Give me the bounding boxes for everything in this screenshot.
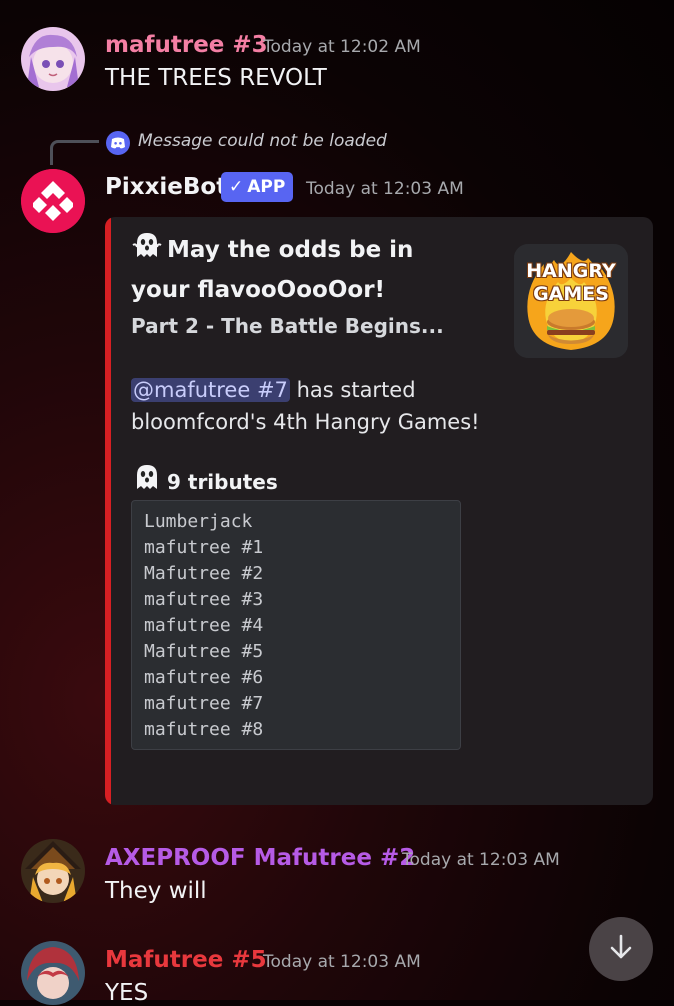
- description-line-1: has started: [296, 378, 416, 402]
- description-line-2: bloomfcord's 4th Hangry Games!: [131, 410, 480, 434]
- embed-description: @mafutree #7 has started bloomfcord's 4t…: [131, 374, 531, 438]
- timestamp: Today at 12:02 AM: [263, 37, 421, 57]
- app-badge-label: APP: [247, 177, 286, 197]
- ghost-icon: [131, 461, 163, 498]
- avatar-axeproof-mafutree-2[interactable]: [21, 839, 85, 903]
- avatar-pixxiebot[interactable]: [21, 169, 85, 233]
- username[interactable]: mafutree #3: [105, 32, 268, 58]
- embed-field-name: 9 tributes: [131, 461, 278, 498]
- ghost-icon: [131, 229, 163, 272]
- discord-logo-icon: [106, 131, 130, 155]
- embed-title-text: May the odds be in your flavooOooOor!: [131, 237, 414, 303]
- thumbnail-text-2: GAMES: [533, 283, 609, 305]
- field-name-text: 9 tributes: [167, 470, 278, 494]
- scroll-to-bottom-button[interactable]: [589, 917, 653, 981]
- avatar-mafutree-3[interactable]: [21, 27, 85, 91]
- tribute-line: mafutree #7: [144, 693, 264, 714]
- tribute-line: Lumberjack: [144, 511, 253, 532]
- tribute-line: Mafutree #5: [144, 641, 264, 662]
- tribute-line: Mafutree #2: [144, 563, 264, 584]
- message-text: THE TREES REVOLT: [105, 65, 327, 91]
- reply-preview[interactable]: Message could not be loaded: [138, 131, 387, 151]
- thumbnail-text-1: HANGRY: [526, 260, 616, 282]
- username[interactable]: Mafutree #5: [105, 947, 267, 973]
- timestamp: Today at 12:03 AM: [402, 850, 560, 870]
- tribute-line: mafutree #4: [144, 615, 264, 636]
- embed-accent-bar: [105, 217, 111, 805]
- tributes-codeblock: Lumberjack mafutree #1 Mafutree #2 mafut…: [131, 500, 461, 750]
- embed-subtitle: Part 2 - The Battle Begins...: [131, 314, 444, 338]
- username[interactable]: PixxieBot: [105, 174, 227, 200]
- reply-connector: [50, 140, 99, 165]
- user-mention[interactable]: @mafutree #7: [131, 378, 290, 402]
- embed-card: May the odds be in your flavooOooOor! HA…: [105, 217, 653, 805]
- username[interactable]: AXEPROOF Mafutree #2: [105, 845, 415, 871]
- avatar-mafutree-5[interactable]: [21, 941, 85, 1005]
- timestamp: Today at 12:03 AM: [306, 179, 464, 199]
- message-text: They will: [105, 878, 207, 904]
- arrow-down-icon: [606, 932, 636, 966]
- checkmark-icon: ✓: [229, 177, 244, 197]
- hangry-games-thumbnail[interactable]: HANGRY GAMES: [514, 244, 628, 358]
- embed-title: May the odds be in your flavooOooOor!: [131, 229, 471, 308]
- tribute-line: mafutree #8: [144, 719, 264, 740]
- timestamp: Today at 12:03 AM: [263, 952, 421, 972]
- tribute-line: mafutree #1: [144, 537, 264, 558]
- app-badge: ✓ APP: [221, 172, 294, 202]
- message-text: YES: [105, 980, 149, 1006]
- tribute-line: mafutree #3: [144, 589, 264, 610]
- tribute-line: mafutree #6: [144, 667, 264, 688]
